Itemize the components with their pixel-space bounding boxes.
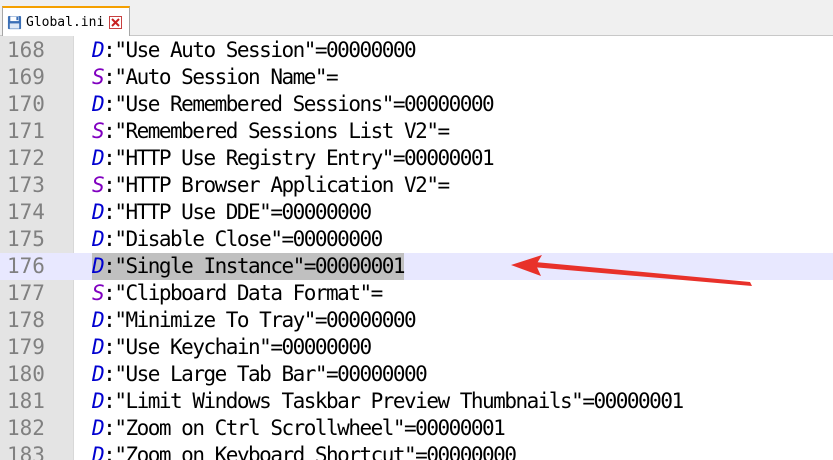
type-prefix: S [92, 281, 105, 305]
line-number: 181 [7, 389, 45, 413]
type-prefix: D [92, 38, 105, 62]
tab-label: Global.ini [26, 14, 105, 30]
key-value-text: "Use Remembered Sessions"=00000000 [114, 92, 494, 116]
code-text: D:"Use Keychain"=00000000 [92, 335, 372, 359]
code-text: S:"Auto Session Name"= [92, 65, 339, 89]
line-number: 174 [7, 200, 45, 224]
line-number: 180 [7, 362, 45, 386]
code-text: D:"Use Large Tab Bar"=00000000 [92, 362, 428, 386]
key-value-text: "Use Keychain"=00000000 [114, 335, 372, 359]
type-prefix: D [92, 254, 105, 278]
line-number: 183 [7, 443, 45, 460]
code-line[interactable]: 177 S:"Clipboard Data Format"= [0, 280, 833, 307]
key-value-text: "Use Large Tab Bar"=00000000 [114, 362, 428, 386]
code-line[interactable]: 183 D:"Zoom on Keyboard Shortcut"=0000000… [0, 442, 833, 460]
line-number: 168 [7, 38, 45, 62]
type-prefix: D [92, 308, 105, 332]
key-value-text: "Clipboard Data Format"= [114, 281, 383, 305]
key-value-text: "Single Instance"=00000001 [114, 254, 405, 278]
type-prefix: D [92, 227, 105, 251]
type-prefix: D [92, 389, 105, 413]
code-line[interactable]: 175 D:"Disable Close"=00000000 [0, 226, 833, 253]
line-number: 176 [7, 254, 45, 278]
key-value-text: "Auto Session Name"= [114, 65, 338, 89]
code-text: S:"Remembered Sessions List V2"= [92, 119, 450, 143]
line-number: 182 [7, 416, 45, 440]
key-value-text: "Remembered Sessions List V2"= [114, 119, 450, 143]
type-prefix: D [92, 362, 105, 386]
code-line-current[interactable]: 176 D:"Single Instance"=00000001 [0, 253, 833, 280]
type-prefix: D [92, 416, 105, 440]
editor-area[interactable]: 168 D:"Use Auto Session"=00000000 169 S:"Au… [0, 36, 833, 460]
type-prefix: D [92, 92, 105, 116]
key-value-text: "HTTP Browser Application V2"= [114, 173, 450, 197]
code-line[interactable]: 173 S:"HTTP Browser Application V2"= [0, 172, 833, 199]
key-value-text: "HTTP Use Registry Entry"=00000001 [114, 146, 494, 170]
code-line[interactable]: 182 D:"Zoom on Ctrl Scrollwheel"=00000001 [0, 415, 833, 442]
type-prefix: S [92, 119, 105, 143]
code-text: D:"Use Remembered Sessions"=00000000 [92, 92, 495, 116]
selected-code-text: D:"Single Instance"=00000001 [92, 253, 406, 280]
code-line[interactable]: 170 D:"Use Remembered Sessions"=00000000 [0, 91, 833, 118]
key-value-text: "Use Auto Session"=00000000 [114, 38, 416, 62]
type-prefix: D [92, 443, 105, 460]
key-value-text: "Minimize To Tray"=00000000 [114, 308, 416, 332]
code-text: S:"Clipboard Data Format"= [92, 281, 383, 305]
line-number: 178 [7, 308, 45, 332]
line-number: 177 [7, 281, 45, 305]
code-text: D:"Use Auto Session"=00000000 [92, 38, 417, 62]
key-value-text: "Zoom on Ctrl Scrollwheel"=00000001 [114, 416, 506, 440]
code-line[interactable]: 180 D:"Use Large Tab Bar"=00000000 [0, 361, 833, 388]
code-text: D:"Zoom on Keyboard Shortcut"=00000000 [92, 442, 517, 460]
tab-bar: Global.ini [0, 0, 833, 36]
code-text: D:"Zoom on Ctrl Scrollwheel"=00000001 [92, 416, 506, 440]
code-text: D:"Minimize To Tray"=00000000 [92, 308, 417, 332]
type-prefix: S [92, 173, 105, 197]
close-icon[interactable] [109, 15, 123, 29]
key-value-text: "Limit Windows Taskbar Preview Thumbnail… [114, 389, 684, 413]
code-text: D:"HTTP Use DDE"=00000000 [92, 200, 372, 224]
code-line[interactable]: 169 S:"Auto Session Name"= [0, 64, 833, 91]
code-line[interactable]: 171 S:"Remembered Sessions List V2"= [0, 118, 833, 145]
type-prefix: S [92, 65, 105, 89]
key-value-text: "Zoom on Keyboard Shortcut"=00000000 [114, 443, 517, 460]
code-text: D:"Limit Windows Taskbar Preview Thumbna… [92, 389, 684, 413]
key-value-text: "Disable Close"=00000000 [114, 227, 383, 251]
code-line[interactable]: 172 D:"HTTP Use Registry Entry"=00000001 [0, 145, 833, 172]
line-number: 172 [7, 146, 45, 170]
key-value-text: "HTTP Use DDE"=00000000 [114, 200, 372, 224]
line-number: 171 [7, 119, 45, 143]
code-text: D:"HTTP Use Registry Entry"=00000001 [92, 146, 495, 170]
tab-global-ini[interactable]: Global.ini [2, 6, 130, 36]
code-line[interactable]: 168 D:"Use Auto Session"=00000000 [0, 37, 833, 64]
code-line[interactable]: 174 D:"HTTP Use DDE"=00000000 [0, 199, 833, 226]
line-number: 179 [7, 335, 45, 359]
code-line[interactable]: 179 D:"Use Keychain"=00000000 [0, 334, 833, 361]
code-text: S:"HTTP Browser Application V2"= [92, 173, 450, 197]
type-prefix: D [92, 335, 105, 359]
line-number: 175 [7, 227, 45, 251]
code-line[interactable]: 178 D:"Minimize To Tray"=00000000 [0, 307, 833, 334]
type-prefix: D [92, 146, 105, 170]
line-number: 173 [7, 173, 45, 197]
line-number: 170 [7, 92, 45, 116]
code-line[interactable]: 181 D:"Limit Windows Taskbar Preview Thum… [0, 388, 833, 415]
type-prefix: D [92, 200, 105, 224]
code-text: D:"Disable Close"=00000000 [92, 227, 383, 251]
line-number: 169 [7, 65, 45, 89]
save-disk-icon [7, 15, 22, 29]
code-lines: 168 D:"Use Auto Session"=00000000 169 S:"Au… [0, 37, 833, 460]
